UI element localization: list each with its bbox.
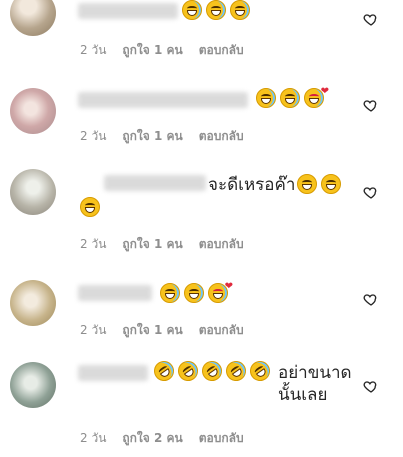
emoji-row: ❤ [256, 87, 329, 108]
commenter-name[interactable] [78, 92, 248, 108]
comment-meta: 2 วัน ถูกใจ 2 คน ตอบกลับ [80, 429, 244, 448]
emoji-laugh [230, 0, 250, 20]
reply-button[interactable]: ตอบกลับ [199, 429, 244, 448]
emoji-laugh-heart: ❤ [208, 282, 233, 303]
heart-icon: ❤ [320, 86, 329, 97]
emoji-rolling [198, 357, 226, 385]
like-count[interactable]: ถูกใจ 1 คน [122, 235, 182, 254]
comment-text: จะดีเหรอค๊า [208, 175, 296, 195]
heart-icon[interactable] [363, 291, 379, 307]
heart-icon[interactable] [363, 184, 379, 200]
emoji-rolling [174, 357, 202, 385]
heart-icon[interactable] [363, 378, 379, 394]
emoji-row [80, 197, 100, 217]
reply-button[interactable]: ตอบกลับ [199, 41, 244, 60]
reply-button[interactable]: ตอบกลับ [199, 235, 244, 254]
comment-time: 2 วัน [80, 431, 107, 445]
emoji-grin [80, 197, 100, 217]
emoji-row [150, 357, 274, 385]
emoji-laugh [256, 88, 276, 108]
emoji-row [297, 174, 341, 194]
like-count[interactable]: ถูกใจ 2 คน [122, 429, 182, 448]
comment-time: 2 วัน [80, 237, 107, 251]
emoji-rolling [150, 357, 178, 385]
heart-icon: ❤ [224, 281, 233, 292]
like-count[interactable]: ถูกใจ 1 คน [122, 127, 182, 146]
reply-button[interactable]: ตอบกลับ [199, 321, 244, 340]
avatar[interactable] [10, 280, 56, 326]
reply-button[interactable]: ตอบกลับ [199, 127, 244, 146]
comment-time: 2 วัน [80, 129, 107, 143]
emoji-rolling [246, 357, 274, 385]
emoji-row [182, 0, 250, 20]
comment-meta: 2 วัน ถูกใจ 1 คน ตอบกลับ [80, 235, 244, 254]
comment-time: 2 วัน [80, 43, 107, 57]
like-count[interactable]: ถูกใจ 1 คน [122, 41, 182, 60]
emoji-row: ❤ [160, 282, 233, 303]
commenter-name[interactable] [78, 365, 148, 381]
heart-icon[interactable] [363, 11, 379, 27]
emoji-grin [321, 174, 341, 194]
commenter-name[interactable] [78, 285, 152, 301]
avatar[interactable] [10, 0, 56, 36]
comment-meta: 2 วัน ถูกใจ 1 คน ตอบกลับ [80, 41, 244, 60]
emoji-rolling [222, 357, 250, 385]
emoji-grin [297, 174, 317, 194]
emoji-laugh [182, 0, 202, 20]
comment-text: อย่าขนาด นั้นเลย [278, 363, 352, 405]
heart-icon[interactable] [363, 97, 379, 113]
comment-meta: 2 วัน ถูกใจ 1 คน ตอบกลับ [80, 321, 244, 340]
comment-time: 2 วัน [80, 323, 107, 337]
emoji-laugh [206, 0, 226, 20]
emoji-laugh [160, 283, 180, 303]
commenter-name[interactable] [78, 3, 178, 19]
emoji-laugh [280, 88, 300, 108]
emoji-laugh-heart: ❤ [304, 87, 329, 108]
avatar[interactable] [10, 362, 56, 408]
avatar[interactable] [10, 169, 56, 215]
comment-meta: 2 วัน ถูกใจ 1 คน ตอบกลับ [80, 127, 244, 146]
like-count[interactable]: ถูกใจ 1 คน [122, 321, 182, 340]
commenter-name[interactable] [104, 175, 206, 191]
avatar[interactable] [10, 88, 56, 134]
emoji-laugh [184, 283, 204, 303]
